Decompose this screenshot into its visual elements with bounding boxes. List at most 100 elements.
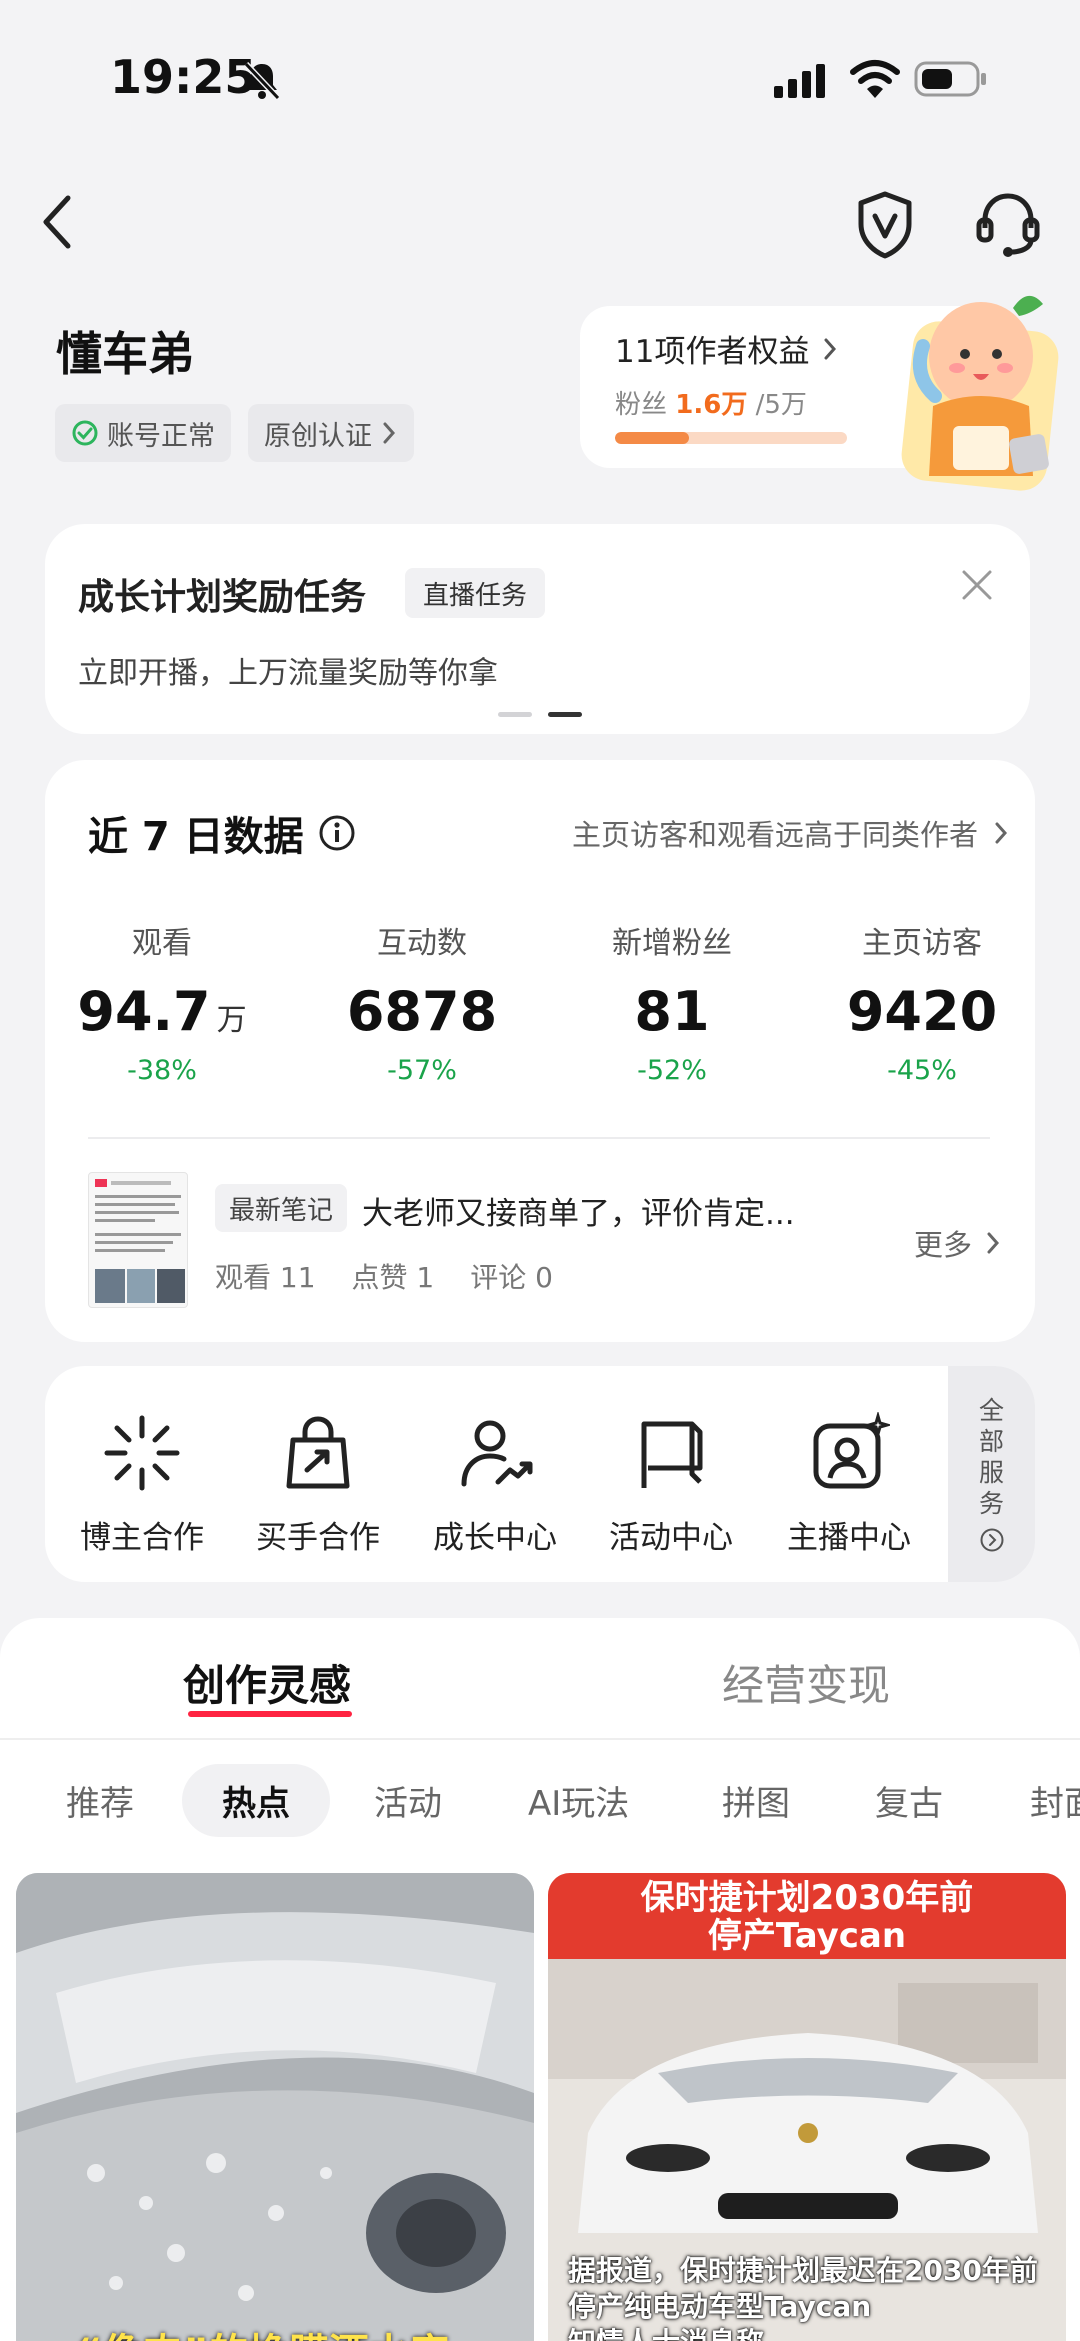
divider (88, 1137, 990, 1139)
seven-day-title-label: 近 7 日数据 (88, 814, 304, 860)
frosted-car-image (16, 1873, 534, 2341)
all-services-char: 务 (978, 1489, 1004, 1518)
all-services-char: 全 (978, 1396, 1004, 1425)
shopping-bag-icon (286, 1416, 350, 1489)
metric-value: 81 (634, 980, 710, 1043)
metric-profile-visitors[interactable]: 主页访客 9420 -45% (802, 918, 1042, 1086)
more-notes-link[interactable]: 更多 (914, 1222, 1002, 1264)
peer-comparison-label: 主页访客和观看远高于同类作者 (571, 818, 978, 852)
chevron-right-icon (383, 422, 396, 444)
growth-plan-card[interactable] (45, 524, 1030, 734)
check-circle-icon (72, 420, 98, 446)
note-likes: 点赞 1 (351, 1261, 435, 1294)
banner-line: 保时捷计划2030年前 (640, 1878, 974, 1918)
user-growth-icon (461, 1420, 533, 1487)
account-status-badge[interactable]: 账号正常 (55, 404, 231, 462)
status-time: 19:25 (110, 50, 257, 104)
latest-note-thumbnail[interactable] (88, 1172, 188, 1308)
service-label: 主播中心 (787, 1520, 911, 1556)
metric-views[interactable]: 观看 94.7 万 -38% (42, 918, 282, 1086)
profile-name: 懂车弟 (56, 327, 194, 381)
metric-change: -45% (887, 1055, 957, 1086)
flag-icon (641, 1421, 703, 1488)
original-cert-badge[interactable]: 原创认证 (248, 404, 414, 462)
fans-current: 1.6万 (675, 390, 748, 420)
service-streamer-center[interactable]: 主播中心 (764, 1412, 934, 1557)
note-thumbnail-graphic (95, 1179, 185, 1303)
feed-card-right[interactable]: 保时捷计划2030年前 停产Taycan 据报道，保时捷计划最迟在2030年前停… (548, 1873, 1066, 2341)
chevron-right-icon (824, 338, 837, 359)
metric-new-fans[interactable]: 新增粉丝 81 -52% (552, 918, 792, 1086)
subtab-recommend[interactable]: 推荐 (66, 1776, 134, 1825)
chevron-right-icon (987, 1232, 1000, 1254)
metric-value: 9420 (846, 980, 998, 1043)
tab-creative-inspiration[interactable]: 创作灵感 (183, 1652, 351, 1713)
metric-value: 94.7 万 (42, 980, 282, 1043)
all-services-char: 部 (978, 1427, 1004, 1456)
battery-icon (914, 61, 986, 97)
service-buyer-cooperation[interactable]: 买手合作 (233, 1412, 403, 1557)
mascot-illustration (901, 295, 1059, 491)
all-services-char: 服 (978, 1458, 1004, 1487)
all-services-button[interactable]: 全 部 服 务 (948, 1366, 1035, 1582)
cellular-signal-icon (774, 64, 825, 98)
author-rights-title[interactable]: 11项作者权益 (615, 326, 839, 371)
subtab-activity[interactable]: 活动 (374, 1776, 442, 1825)
close-icon[interactable] (958, 566, 996, 604)
peer-comparison-link[interactable]: 主页访客和观看远高于同类作者 (572, 812, 1010, 854)
seven-day-data-title: 近 7 日数据 (88, 804, 356, 862)
service-activity-center[interactable]: 活动中心 (586, 1412, 756, 1557)
sparkle-burst-icon (104, 1415, 180, 1491)
fans-target: /5万 (755, 390, 807, 420)
divider (0, 1738, 1080, 1740)
metric-label: 新增粉丝 (612, 926, 732, 961)
metric-label: 互动数 (377, 926, 467, 961)
service-growth-center[interactable]: 成长中心 (410, 1412, 580, 1557)
metric-change: -52% (637, 1055, 707, 1086)
feed-right-banner: 保时捷计划2030年前 停产Taycan (548, 1873, 1066, 1959)
latest-note-tag: 最新笔记 (215, 1184, 348, 1232)
carousel-dot-active (548, 712, 582, 717)
back-arrow-icon[interactable] (36, 192, 80, 252)
bell-muted-icon (243, 61, 281, 101)
subtab-cover[interactable]: 封面 (1030, 1776, 1080, 1825)
metric-label: 观看 (132, 926, 192, 961)
metric-label: 主页访客 (862, 926, 982, 961)
live-task-tag: 直播任务 (405, 568, 546, 618)
fans-label: 粉丝 (615, 390, 668, 420)
fans-progress-fill (615, 432, 690, 444)
subtab-ai-play[interactable]: AI玩法 (528, 1776, 629, 1825)
account-status-label: 账号正常 (107, 420, 215, 452)
subtab-retro[interactable]: 复古 (875, 1776, 943, 1825)
metric-unit: 万 (216, 1003, 247, 1038)
fans-progress-bar (615, 432, 847, 444)
growth-plan-description: 立即开播，上万流量奖励等你拿 (78, 656, 498, 691)
tab-business-monetization[interactable]: 经营变现 (722, 1652, 890, 1713)
subtab-collage[interactable]: 拼图 (722, 1776, 790, 1825)
latest-note-title[interactable]: 大老师又接商单了，评价肯定... (362, 1188, 795, 1233)
wifi-icon (850, 60, 900, 98)
growth-plan-title: 成长计划奖励任务 (78, 577, 367, 618)
metric-change: -57% (387, 1055, 457, 1086)
metric-interactions[interactable]: 互动数 6878 -57% (302, 918, 542, 1086)
feed-card-left[interactable]: “像肉”的換膜酒水库 (16, 1873, 534, 2341)
chevron-circle-right-icon (980, 1528, 1003, 1552)
shield-v-icon[interactable] (855, 190, 915, 260)
service-blogger-cooperation[interactable]: 博主合作 (57, 1412, 227, 1557)
more-label: 更多 (913, 1228, 972, 1262)
subtab-hot[interactable]: 热点 (182, 1764, 330, 1837)
service-label: 成长中心 (433, 1520, 557, 1556)
info-icon[interactable] (318, 814, 356, 852)
note-views: 观看 11 (215, 1261, 316, 1294)
active-tab-indicator (188, 1711, 352, 1717)
service-label: 买手合作 (256, 1520, 380, 1556)
carousel-dot (498, 712, 532, 717)
metric-number: 94.7 (77, 980, 211, 1043)
customer-service-icon[interactable] (975, 190, 1041, 260)
fans-progress-text: 粉丝 1.6万 /5万 (615, 384, 807, 421)
feed-left-caption: “像肉”的換膜酒水库 (76, 2321, 449, 2341)
banner-line: 停产Taycan (707, 1916, 907, 1956)
latest-note-stats: 观看 11 点赞 1 评论 0 (215, 1256, 553, 1296)
metric-value: 6878 (346, 980, 498, 1043)
chevron-right-icon (995, 822, 1008, 844)
